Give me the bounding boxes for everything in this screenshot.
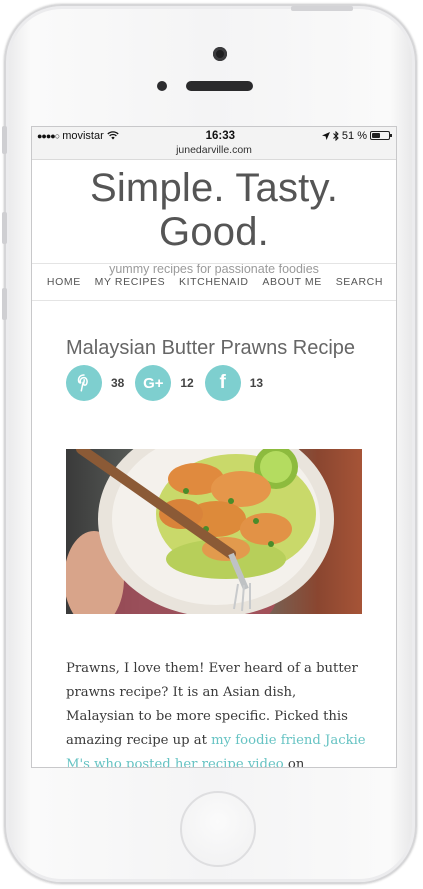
body-text-after-link: on (283, 757, 305, 768)
prawns-plate-illustration (66, 449, 334, 614)
address-bar[interactable]: junedarville.com (32, 144, 396, 160)
site-title[interactable]: Simple. Tasty. Good. (32, 166, 396, 254)
facebook-count: 13 (249, 376, 264, 390)
signal-dots: ●●●●○ (37, 130, 60, 141)
location-arrow-icon (321, 131, 330, 140)
share-item-googleplus: G+ 12 (135, 365, 194, 401)
post-body: Prawns, I love them! Ever heard of a but… (66, 657, 366, 768)
url-text: junedarville.com (176, 144, 252, 156)
main-nav: HOME MY RECIPES KITCHENAID ABOUT ME SEAR… (32, 263, 396, 301)
status-right: 51 % (321, 129, 392, 142)
google-plus-icon[interactable]: G+ (135, 365, 172, 401)
wifi-icon (107, 131, 119, 140)
battery-percent: 51 % (341, 129, 367, 142)
volume-up-button (2, 212, 7, 244)
home-button[interactable] (180, 791, 256, 867)
battery-fill (372, 133, 381, 138)
pinterest-icon[interactable] (66, 365, 102, 401)
nav-item-about-me[interactable]: ABOUT ME (262, 276, 321, 288)
status-left: ●●●●○ movistar (37, 130, 119, 142)
proximity-sensor (157, 81, 167, 91)
share-item-facebook: f 13 (204, 365, 264, 401)
front-camera (213, 47, 227, 61)
phone-screen: ●●●●○ movistar 16:33 51 % junedarville.c… (31, 126, 397, 768)
earpiece-speaker (186, 81, 253, 91)
post-title: Malaysian Butter Prawns Recipe (66, 337, 356, 359)
clock: 16:33 (205, 129, 236, 142)
mute-switch (2, 126, 7, 154)
share-bar: 38 G+ 12 f 13 (66, 365, 274, 401)
nav-item-home[interactable]: HOME (47, 276, 81, 288)
status-bar: ●●●●○ movistar 16:33 51 % (32, 127, 396, 144)
nav-item-my-recipes[interactable]: MY RECIPES (95, 276, 166, 288)
facebook-icon[interactable]: f (204, 365, 241, 401)
share-item-pinterest: 38 (66, 365, 124, 401)
recipe-photo[interactable] (66, 449, 362, 614)
nav-item-kitchenaid[interactable]: KITCHENAID (179, 276, 249, 288)
bluetooth-icon (333, 130, 339, 141)
volume-down-button (2, 288, 7, 320)
pinterest-count: 38 (111, 376, 125, 390)
googleplus-count: 12 (180, 376, 194, 390)
carrier-label: movistar (62, 129, 104, 142)
power-button (291, 6, 353, 11)
battery-icon (370, 131, 392, 140)
nav-item-search[interactable]: SEARCH (336, 276, 383, 288)
